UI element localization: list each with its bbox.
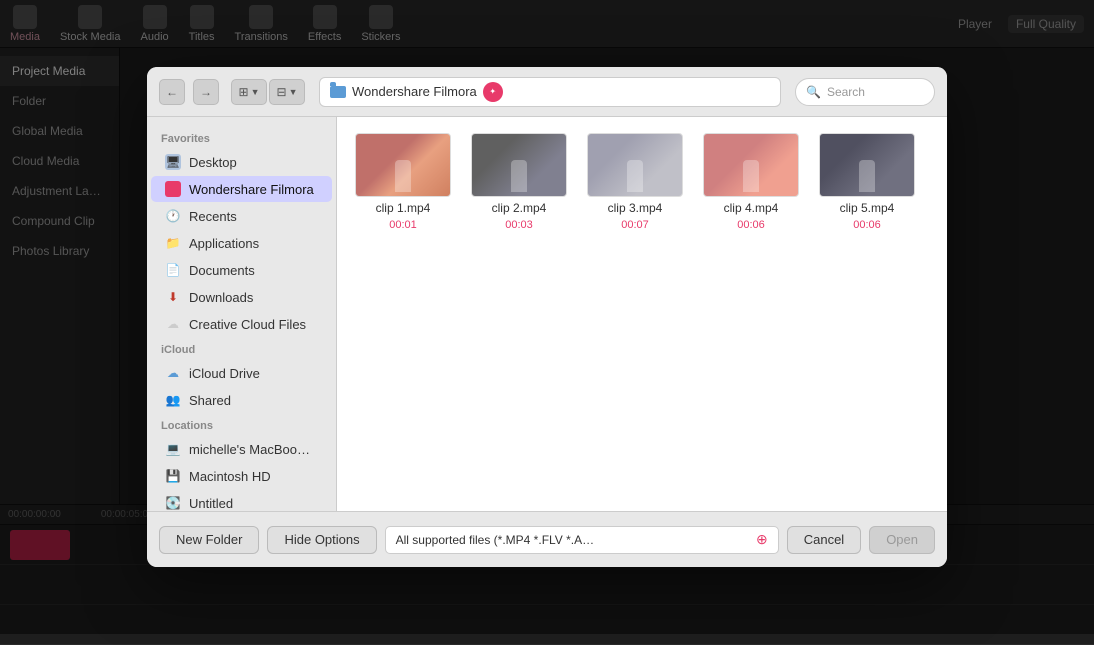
breadcrumb-text: Wondershare Filmora — [352, 84, 477, 99]
sidebar-item-icloud-drive[interactable]: ☁ iCloud Drive — [151, 360, 332, 386]
sidebar-item-recents[interactable]: 🕐 Recents — [151, 203, 332, 229]
recents-icon: 🕐 — [165, 208, 181, 224]
clip4-name: clip 4.mp4 — [724, 201, 779, 215]
clip5-name: clip 5.mp4 — [840, 201, 895, 215]
macbook-icon: 💻 — [165, 441, 181, 457]
file-item-clip3[interactable]: clip 3.mp4 00:07 — [585, 133, 685, 231]
clip2-thumbnail — [471, 133, 567, 197]
locations-section-label: Locations — [147, 414, 336, 435]
filmora-icon — [165, 181, 181, 197]
sidebar-item-creative-cloud[interactable]: ☁ Creative Cloud Files — [151, 311, 332, 337]
file-area: clip 1.mp4 00:01 clip 2.mp4 00:03 clip 3… — [337, 117, 947, 511]
documents-icon: 📄 — [165, 262, 181, 278]
sidebar-item-documents[interactable]: 📄 Documents — [151, 257, 332, 283]
clip2-duration: 00:03 — [505, 219, 533, 231]
breadcrumb: Wondershare Filmora — [319, 77, 781, 107]
sidebar-item-shared[interactable]: 👥 Shared — [151, 387, 332, 413]
desktop-icon: 🖥 — [165, 154, 181, 170]
search-icon: 🔍 — [806, 85, 821, 99]
sidebar-item-desktop[interactable]: 🖥 Desktop — [151, 149, 332, 175]
icloud-section-label: iCloud — [147, 338, 336, 359]
dialog-body: Favorites 🖥 Desktop Wondershare Filmora … — [147, 117, 947, 511]
icloud-drive-icon: ☁ — [165, 365, 181, 381]
downloads-icon: ⬇ — [165, 289, 181, 305]
sidebar-item-downloads[interactable]: ⬇ Downloads — [151, 284, 332, 310]
dialog-overlay: ← → ⊞▼ ⊟▼ Wondershare Filmora 🔍 Search — [0, 0, 1094, 634]
untitled-drive-icon: 💽 — [165, 495, 181, 511]
clip1-thumbnail — [355, 133, 451, 197]
hide-options-button[interactable]: Hide Options — [267, 526, 376, 554]
file-item-clip1[interactable]: clip 1.mp4 00:01 — [353, 133, 453, 231]
cloud-files-icon: ☁ — [165, 316, 181, 332]
sidebar-item-macintosh[interactable]: 💾 Macintosh HD — [151, 463, 332, 489]
sidebar-item-macbook[interactable]: 💻 michelle's MacBoo… — [151, 436, 332, 462]
open-button[interactable]: Open — [869, 526, 935, 554]
file-type-selector[interactable]: All supported files (*.MP4 *.FLV *.A… ⊕ — [385, 526, 779, 554]
clip4-thumbnail — [703, 133, 799, 197]
clip3-duration: 00:07 — [621, 219, 649, 231]
dialog-footer: New Folder Hide Options All supported fi… — [147, 511, 947, 567]
file-item-clip2[interactable]: clip 2.mp4 00:03 — [469, 133, 569, 231]
sidebar-item-untitled[interactable]: 💽 Untitled — [151, 490, 332, 511]
applications-icon: 📁 — [165, 235, 181, 251]
search-input[interactable]: Search — [827, 85, 865, 99]
file-type-dropdown-icon: ⊕ — [756, 531, 768, 548]
favorites-section-label: Favorites — [147, 127, 336, 148]
file-item-clip5[interactable]: clip 5.mp4 00:06 — [817, 133, 917, 231]
search-box[interactable]: 🔍 Search — [795, 78, 935, 106]
sidebar-item-applications[interactable]: 📁 Applications — [151, 230, 332, 256]
view-grid-button[interactable]: ⊞▼ — [231, 79, 267, 105]
clip3-name: clip 3.mp4 — [608, 201, 663, 215]
clip3-thumbnail — [587, 133, 683, 197]
cancel-button[interactable]: Cancel — [787, 526, 861, 554]
view-btn-group: ⊞▼ ⊟▼ — [231, 79, 305, 105]
view-list-button[interactable]: ⊟▼ — [269, 79, 305, 105]
clip5-duration: 00:06 — [853, 219, 881, 231]
clip1-duration: 00:01 — [389, 219, 417, 231]
filmora-badge-icon — [483, 82, 503, 102]
file-sidebar: Favorites 🖥 Desktop Wondershare Filmora … — [147, 117, 337, 511]
file-item-clip4[interactable]: clip 4.mp4 00:06 — [701, 133, 801, 231]
clip4-duration: 00:06 — [737, 219, 765, 231]
nav-forward-button[interactable]: → — [193, 79, 219, 105]
file-dialog: ← → ⊞▼ ⊟▼ Wondershare Filmora 🔍 Search — [147, 67, 947, 567]
clip1-name: clip 1.mp4 — [376, 201, 431, 215]
new-folder-button[interactable]: New Folder — [159, 526, 259, 554]
clip5-thumbnail — [819, 133, 915, 197]
nav-back-button[interactable]: ← — [159, 79, 185, 105]
shared-icon: 👥 — [165, 392, 181, 408]
folder-icon — [330, 86, 346, 98]
clip2-name: clip 2.mp4 — [492, 201, 547, 215]
dialog-topbar: ← → ⊞▼ ⊟▼ Wondershare Filmora 🔍 Search — [147, 67, 947, 117]
macintosh-hd-icon: 💾 — [165, 468, 181, 484]
sidebar-item-filmora[interactable]: Wondershare Filmora — [151, 176, 332, 202]
